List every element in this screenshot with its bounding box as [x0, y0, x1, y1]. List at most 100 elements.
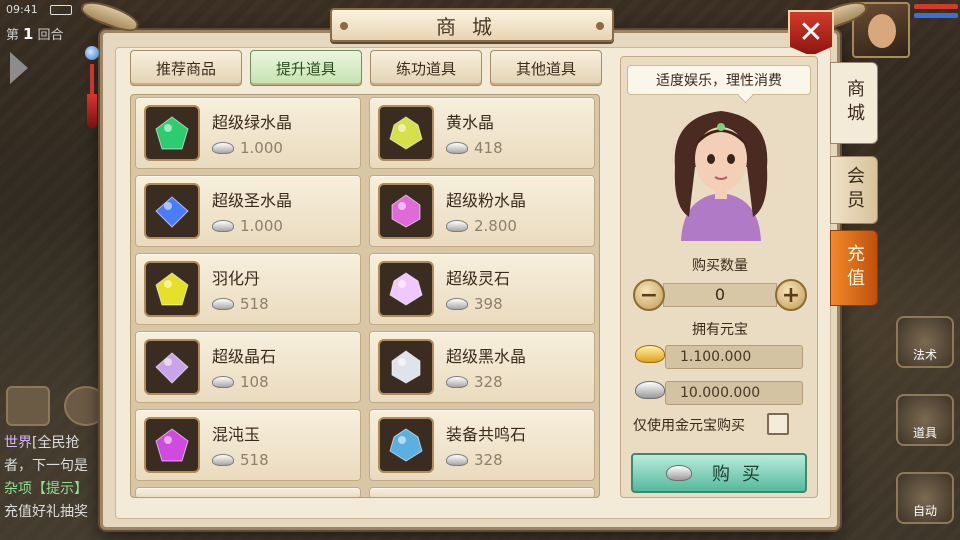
gold-ingot-balance: 1.100.000 [635, 343, 803, 369]
item-grid[interactable]: 超级绿水晶 1.000 黄水晶 418 超级圣水晶 1.000 超级粉水晶 2.800 羽化丹 5… [130, 94, 600, 498]
chat-line: 充值好礼抽奖 [4, 501, 114, 524]
tab-training-items[interactable]: 练功道具 [370, 50, 482, 86]
quantity-stepper: 0 − + [633, 279, 807, 311]
purchase-panel: 适度娱乐，理性消费 购买数量 0 − + 拥有元宝 1.100.000 10.0… [620, 56, 818, 498]
item-text: 羽化丹 518 [212, 265, 269, 313]
item-price: 2.800 [446, 217, 526, 235]
item-price-value: 1.000 [240, 139, 283, 157]
side-tab-label: 商城 [844, 79, 865, 127]
item-name: 超级绿水晶 [212, 113, 293, 132]
shop-item-card[interactable]: 超级圣水晶 1.000 [135, 175, 361, 247]
shop-category-tabs: 推荐商品 提升道具 练功道具 其他道具 [130, 50, 602, 86]
silver-ingot-icon [635, 381, 669, 403]
shop-item-card[interactable]: 超级灵石 398 [369, 253, 595, 325]
item-price-value: 2.800 [474, 217, 517, 235]
quantity-label: 购买数量 [692, 258, 748, 274]
side-tab-member[interactable]: 会员 [830, 156, 878, 224]
shop-item-card[interactable]: 黄水晶 418 [369, 97, 595, 169]
shop-item-card[interactable] [135, 487, 361, 497]
close-icon: ✕ [798, 15, 824, 50]
gold-ingot-amount: 1.100.000 [665, 345, 803, 369]
auto-label: 自动 [912, 504, 937, 518]
silver-ingot-amount: 10.000.000 [665, 381, 803, 405]
silver-ingot-icon [212, 142, 234, 154]
item-price: 418 [446, 139, 503, 157]
item-price-value: 1.000 [240, 217, 283, 235]
item-text: 超级圣水晶 1.000 [212, 187, 292, 235]
tab-upgrade-items[interactable]: 提升道具 [250, 50, 362, 86]
spell-label: 法术 [912, 348, 937, 362]
buy-button[interactable]: 购买 [631, 453, 807, 493]
gold-only-label: 仅使用金元宝购买 [633, 418, 745, 434]
item-price-value: 398 [474, 295, 503, 313]
quantity-value[interactable]: 0 [663, 283, 777, 307]
plus-icon[interactable]: + [775, 279, 807, 311]
shop-item-card[interactable]: 装备共鸣石 328 [369, 409, 595, 481]
pink-crystal-icon [378, 183, 434, 239]
item-name: 超级晶石 [212, 347, 277, 366]
shop-item-card[interactable]: 混沌玉 518 [135, 409, 361, 481]
item-name: 羽化丹 [212, 269, 261, 288]
side-tab-label: 充值 [844, 244, 865, 292]
battle-round-info: 第 1 回合 [6, 24, 63, 43]
shop-item-card[interactable]: 超级绿水晶 1.000 [135, 97, 361, 169]
item-price: 1.000 [212, 217, 292, 235]
silver-ingot-icon [446, 220, 468, 232]
slogan-text: 适度娱乐，理性消费 [656, 73, 782, 89]
friends-icon[interactable] [6, 386, 50, 426]
item-price-value: 518 [240, 451, 269, 469]
spell-button[interactable]: 法术 [896, 316, 954, 368]
hp-bar [914, 4, 958, 9]
shop-side-tabs: 商城 会员 充值 [830, 62, 878, 306]
chat-text: [全民抢 [32, 435, 80, 451]
shop-item-card[interactable]: 超级晶石 108 [135, 331, 361, 403]
item-name: 超级黑水晶 [446, 347, 527, 366]
item-price-value: 418 [474, 139, 503, 157]
auto-button[interactable]: 自动 [896, 472, 954, 524]
tab-recommended[interactable]: 推荐商品 [130, 50, 242, 86]
shop-title: 商城 [330, 8, 614, 42]
npc-speech-bubble: 适度娱乐，理性消费 [627, 65, 811, 95]
black-crystal-icon [378, 339, 434, 395]
silver-ingot-icon [212, 220, 234, 232]
chaos-jade-icon [144, 417, 200, 473]
shop-item-card[interactable]: 超级黑水晶 328 [369, 331, 595, 403]
status-time: 09:41 [6, 3, 38, 16]
item-price: 518 [212, 295, 269, 313]
round-suffix: 回合 [37, 28, 64, 43]
yuhua-pill-icon [144, 261, 200, 317]
chat-channel-world: 世界 [4, 435, 32, 451]
silver-ingot-icon [446, 376, 468, 388]
side-tab-shop[interactable]: 商城 [830, 62, 878, 144]
tab-label: 提升道具 [275, 59, 336, 78]
item-text: 超级晶石 108 [212, 343, 276, 391]
item-name: 混沌玉 [212, 425, 261, 444]
shop-item-card[interactable]: 超级粉水晶 2.800 [369, 175, 595, 247]
silver-ingot-icon [666, 465, 692, 481]
tab-other-items[interactable]: 其他道具 [490, 50, 602, 86]
yellow-crystal-icon [378, 105, 434, 161]
item-text: 黄水晶 418 [446, 109, 503, 157]
gold-only-checkbox[interactable] [767, 413, 789, 435]
minus-icon[interactable]: − [633, 279, 665, 311]
item-button[interactable]: 道具 [896, 394, 954, 446]
item-label: 道具 [912, 426, 937, 440]
item-price: 398 [446, 295, 510, 313]
side-tab-recharge[interactable]: 充值 [830, 230, 878, 306]
chat-line: 世界[全民抢 [4, 432, 114, 455]
chat-text: 【提示】 [32, 481, 88, 497]
item-text: 混沌玉 518 [212, 421, 269, 469]
tassel-ornament-icon [84, 46, 100, 138]
battery-icon [50, 5, 72, 15]
item-price: 108 [212, 373, 276, 391]
item-text: 超级粉水晶 2.800 [446, 187, 526, 235]
item-name: 超级粉水晶 [446, 191, 527, 210]
item-price-value: 328 [474, 373, 503, 391]
gold-ingot-icon [635, 345, 669, 367]
chat-panel[interactable]: 世界[全民抢 者，下一句是 杂项【提示】 充值好礼抽奖 [4, 432, 114, 524]
silver-ingot-icon [446, 298, 468, 310]
expand-arrow-icon[interactable] [10, 52, 28, 84]
buy-label: 购买 [712, 464, 772, 485]
shop-item-card[interactable]: 羽化丹 518 [135, 253, 361, 325]
shop-item-card[interactable] [369, 487, 595, 497]
